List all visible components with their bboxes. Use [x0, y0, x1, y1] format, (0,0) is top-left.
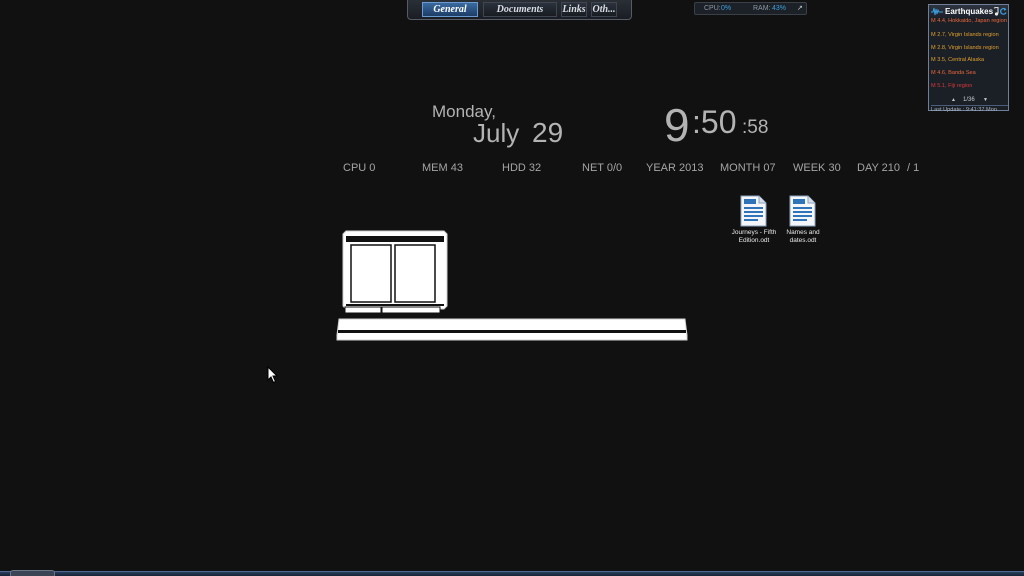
refresh-icon[interactable]	[1000, 7, 1007, 16]
ram-meter-label: RAM:	[753, 5, 771, 12]
start-button[interactable]	[10, 570, 55, 576]
stat-mem: MEM 43	[422, 162, 463, 174]
mouse-cursor-icon	[267, 366, 279, 384]
seismograph-icon	[931, 7, 943, 16]
cpu-meter-label: CPU:	[704, 5, 721, 12]
clock-hour: 9	[664, 99, 690, 151]
ram-meter-value: 43%	[772, 5, 787, 12]
writer-document-icon	[789, 195, 816, 227]
stat-hdd: HDD 32	[502, 162, 542, 174]
open-link-icon[interactable]: ↗	[797, 3, 803, 14]
earthquake-item[interactable]: M 2.7, Virgin Islands region	[931, 32, 1008, 38]
stat-month: MONTH 07	[720, 162, 776, 174]
music-note-icon[interactable]	[992, 7, 999, 16]
day-text: 29	[532, 117, 564, 148]
dock-shelf-widget	[336, 230, 688, 341]
page-indicator: 1/36	[963, 97, 975, 103]
stat-day: DAY 210	[857, 162, 901, 174]
earthquake-item[interactable]: M 4.4, Hokkaido, Japan region	[931, 18, 1008, 24]
earthquakes-header: Earthquakes	[929, 5, 1008, 18]
clock-minute: :50	[692, 104, 737, 140]
earthquakes-widget: Earthquakes M 4.4, Hokkaido, Japan regio…	[928, 4, 1009, 113]
clock-second: :58	[742, 117, 769, 138]
writer-document-icon	[740, 195, 767, 227]
stat-week: WEEK 30	[793, 162, 841, 174]
stat-net: NET 0/0	[582, 162, 623, 174]
tab-general[interactable]: General	[422, 2, 478, 17]
system-meter: CPU: 0% RAM: 43% ↗	[694, 2, 807, 15]
month-text: July	[473, 118, 520, 148]
launcher-bar: General Documents Links Oth...	[407, 0, 632, 20]
stat-cpu: CPU 0	[343, 162, 376, 174]
last-update-text: Last Update : 9:41:37 Mon	[931, 105, 1008, 113]
tab-others[interactable]: Oth...	[591, 2, 617, 17]
desktop-icon-label: Names and dates.odt	[786, 229, 820, 244]
cpu-meter-value: 0%	[721, 5, 732, 12]
earthquake-item[interactable]: M 5.1, Fiji region	[931, 83, 1008, 89]
earthquakes-title: Earthquakes	[945, 7, 994, 16]
earthquake-item[interactable]: M 4.6, Banda Sea	[931, 70, 1008, 76]
earthquake-item[interactable]: M 2.8, Virgin Islands region	[931, 45, 1008, 51]
stat-day-suffix: / 1	[907, 162, 920, 174]
book-icon[interactable]	[342, 230, 448, 310]
taskbar	[0, 571, 1024, 576]
next-arrow-icon[interactable]: ▼	[983, 97, 988, 103]
tab-documents[interactable]: Documents	[483, 2, 557, 17]
stat-year: YEAR 2013	[646, 162, 704, 174]
previous-arrow-icon[interactable]: ▲	[951, 97, 956, 103]
earthquake-item[interactable]: M 3.5, Central Alaska	[931, 57, 1008, 63]
tab-links[interactable]: Links	[561, 2, 587, 17]
